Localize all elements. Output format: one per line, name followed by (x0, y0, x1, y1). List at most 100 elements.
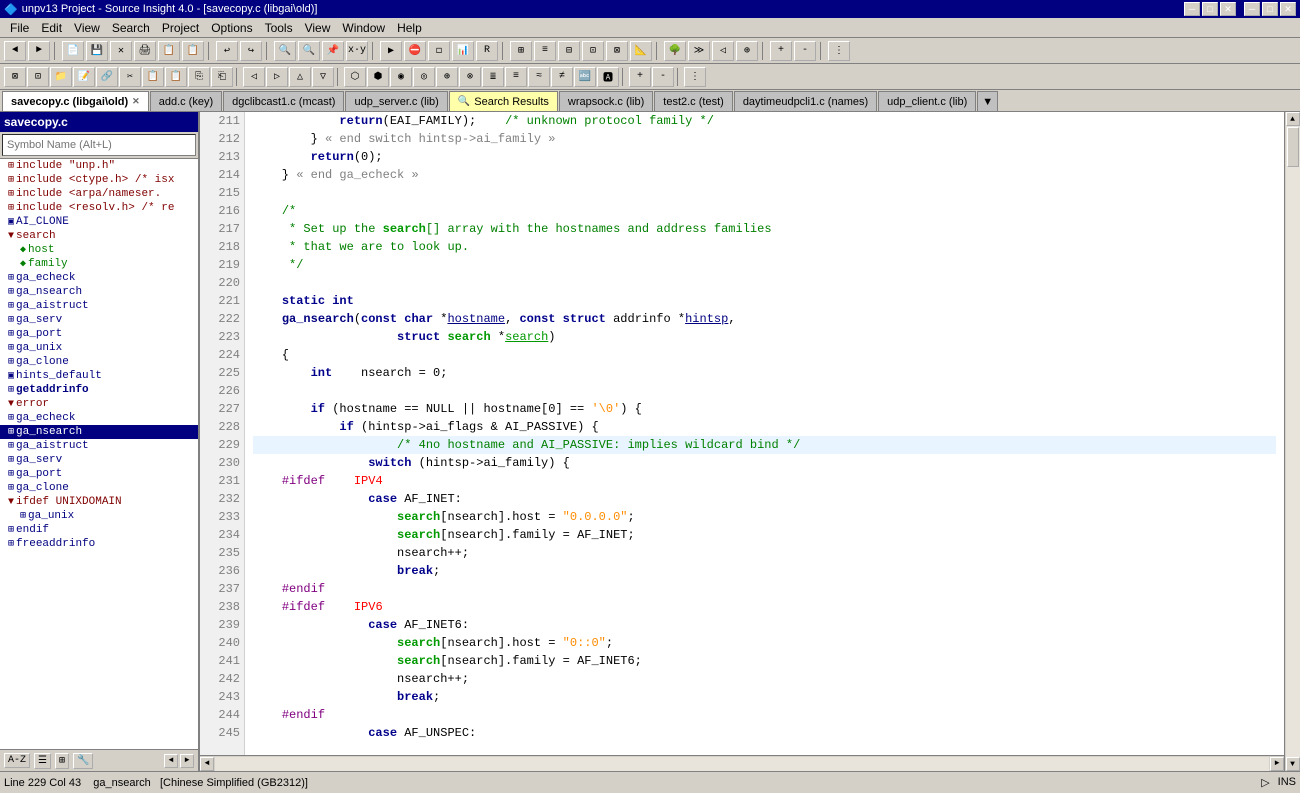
tb2-15[interactable]: ⬡ (344, 67, 366, 87)
tb2-2[interactable]: ⊡ (27, 67, 49, 87)
tb2-18[interactable]: ◎ (413, 67, 435, 87)
tree-item-ga-unix2[interactable]: ⊞ ga_unix (0, 509, 198, 523)
tb2-10[interactable]: ⎗ (211, 67, 233, 87)
tb4[interactable]: 📋 (182, 41, 204, 61)
tb23[interactable]: + (770, 41, 792, 61)
tb2-26[interactable]: 🅰 (597, 67, 619, 87)
menu-tools[interactable]: Tools (259, 19, 299, 37)
tb2-4[interactable]: 📝 (73, 67, 95, 87)
tree-item-ga-echeck2[interactable]: ⊞ ga_echeck (0, 411, 198, 425)
tb21[interactable]: ◁ (712, 41, 734, 61)
tree-item-include-unh[interactable]: ⊞ include "unp.h" (0, 159, 198, 173)
tab-udp-server[interactable]: udp_server.c (lib) (345, 91, 447, 111)
tree-view-button[interactable]: ⊞ (55, 753, 69, 769)
tb2-5[interactable]: 🔗 (96, 67, 118, 87)
tree-item-family[interactable]: ◆ family (0, 257, 198, 271)
tb2-9[interactable]: ⎘ (188, 67, 210, 87)
tb9[interactable]: ⛔ (404, 41, 426, 61)
tb2-20[interactable]: ⊗ (459, 67, 481, 87)
tb7[interactable]: x·y (346, 41, 368, 61)
tb2-16[interactable]: ⬢ (367, 67, 389, 87)
tb17[interactable]: ⊠ (606, 41, 628, 61)
tb20[interactable]: ≫ (688, 41, 710, 61)
tb5[interactable]: 🔍 (298, 41, 320, 61)
tree-item-endif[interactable]: ⊞ endif (0, 523, 198, 537)
save-button[interactable]: 💾 (86, 41, 108, 61)
tab-add[interactable]: add.c (key) (150, 91, 222, 111)
close-inner-button[interactable]: ✕ (1220, 2, 1236, 16)
list-view-button[interactable]: ☰ (34, 753, 51, 769)
tb12[interactable]: R (476, 41, 498, 61)
tab-daytime[interactable]: daytimeudpcli1.c (names) (734, 91, 877, 111)
h-scroll-left-btn[interactable]: ◄ (200, 757, 214, 771)
tb2-6[interactable]: ✂ (119, 67, 141, 87)
tb25[interactable]: ⋮ (828, 41, 850, 61)
tab-dgc[interactable]: dgclibcast1.c (mcast) (223, 91, 344, 111)
code-editor[interactable]: 211 212 213 214 215 216 217 218 219 220 … (200, 112, 1284, 771)
tb2-12[interactable]: ▷ (266, 67, 288, 87)
tab-savecopy[interactable]: savecopy.c (libgai\old) ✕ (2, 91, 149, 111)
tab-search-results[interactable]: 🔍 Search Results (449, 91, 558, 111)
print-button[interactable]: 🖨 (134, 41, 156, 61)
symbol-input[interactable] (2, 134, 196, 156)
code-text[interactable]: return(EAI_FAMILY); /* unknown protocol … (245, 112, 1284, 755)
settings-button[interactable]: 🔧 (73, 753, 93, 769)
menu-project[interactable]: Project (156, 19, 205, 37)
tb13[interactable]: ⊞ (510, 41, 532, 61)
tree-item-include-arpa[interactable]: ⊞ include <arpa/nameser. (0, 187, 198, 201)
tab-udp-client[interactable]: udp_client.c (lib) (878, 91, 976, 111)
tb2-24[interactable]: ≠ (551, 67, 573, 87)
tb22[interactable]: ⊕ (736, 41, 758, 61)
tb2-27[interactable]: + (629, 67, 651, 87)
tree-item-ga-serv2[interactable]: ⊞ ga_serv (0, 453, 198, 467)
tb2-17[interactable]: ◉ (390, 67, 412, 87)
tb3[interactable]: 📋 (158, 41, 180, 61)
find-button[interactable]: 🔍 (274, 41, 296, 61)
tab-wrapsock[interactable]: wrapsock.c (lib) (559, 91, 653, 111)
tb15[interactable]: ⊟ (558, 41, 580, 61)
tb2-28[interactable]: - (652, 67, 674, 87)
tb2-21[interactable]: ≣ (482, 67, 504, 87)
tree-item-getaddrinfo[interactable]: ⊞ getaddrinfo (0, 383, 198, 397)
tb2-14[interactable]: ▽ (312, 67, 334, 87)
tree-item-ga-aistruct[interactable]: ⊞ ga_aistruct (0, 299, 198, 313)
tree-item-include-ctype[interactable]: ⊞ include <ctype.h> /* isx (0, 173, 198, 187)
tb2-3[interactable]: 📁 (50, 67, 72, 87)
tree-item-ga-nsearch2[interactable]: ⊞ ga_nsearch (0, 425, 198, 439)
tb19[interactable]: 🌳 (664, 41, 686, 61)
tree-item-ga-port[interactable]: ⊞ ga_port (0, 327, 198, 341)
tree-item-search[interactable]: ▼ search (0, 229, 198, 243)
menu-window[interactable]: Window (336, 19, 391, 37)
app-close-button[interactable]: ✕ (1280, 2, 1296, 16)
redo-button[interactable]: ↪ (240, 41, 262, 61)
tb14[interactable]: ≡ (534, 41, 556, 61)
tree-item-ga-nsearch[interactable]: ⊞ ga_nsearch (0, 285, 198, 299)
tree-item-ga-clone[interactable]: ⊞ ga_clone (0, 355, 198, 369)
tb2-19[interactable]: ⊕ (436, 67, 458, 87)
close-button[interactable]: ✕ (110, 41, 132, 61)
tree-item-include-resolv[interactable]: ⊞ include <resolv.h> /* re (0, 201, 198, 215)
tree-item-hints-default[interactable]: ▣ hints_default (0, 369, 198, 383)
v-scroll-thumb[interactable] (1287, 127, 1299, 167)
menu-edit[interactable]: Edit (35, 19, 68, 37)
back-button[interactable]: ◄ (4, 41, 26, 61)
tree-item-ga-port2[interactable]: ⊞ ga_port (0, 467, 198, 481)
tab-savecopy-close[interactable]: ✕ (132, 96, 140, 107)
az-sort-button[interactable]: A-Z (4, 753, 30, 768)
app-minimize-button[interactable]: ─ (1244, 2, 1260, 16)
tree-item-ga-clone2[interactable]: ⊞ ga_clone (0, 481, 198, 495)
tb2-25[interactable]: 🔤 (574, 67, 596, 87)
menu-view[interactable]: View (68, 19, 106, 37)
v-scroll-bar[interactable]: ▲ ▼ (1284, 112, 1300, 771)
tb18[interactable]: 📐 (630, 41, 652, 61)
menu-options[interactable]: Options (205, 19, 258, 37)
menu-help[interactable]: Help (391, 19, 428, 37)
app-maximize-button[interactable]: □ (1262, 2, 1278, 16)
menu-file[interactable]: File (4, 19, 35, 37)
tree-item-freeaddrinfo[interactable]: ⊞ freeaddrinfo (0, 537, 198, 551)
tb2-22[interactable]: ≡ (505, 67, 527, 87)
tree-item-ai-clone[interactable]: ▣ AI_CLONE (0, 215, 198, 229)
tb2-29[interactable]: ⋮ (684, 67, 706, 87)
maximize-button[interactable]: □ (1202, 2, 1218, 16)
tree-item-ifdef-unix[interactable]: ▼ ifdef UNIXDOMAIN (0, 495, 198, 509)
